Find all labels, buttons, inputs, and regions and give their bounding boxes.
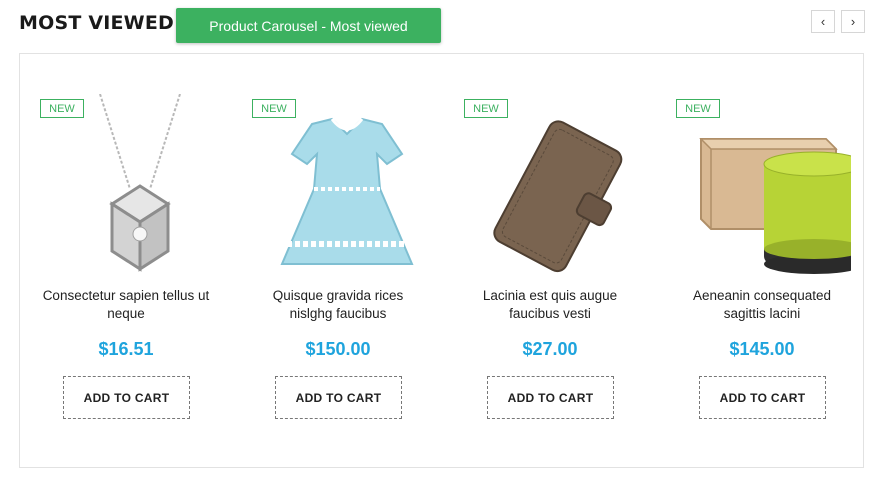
product-name[interactable]: Lacinia est quis augue faucibus vesti	[444, 287, 656, 323]
section-title: MOST VIEWED	[19, 12, 174, 34]
product-price: $27.00	[522, 339, 578, 359]
chevron-right-icon: ›	[850, 14, 856, 29]
phone-case-icon[interactable]	[464, 94, 639, 279]
product-carousel: NEW Consectetur sapien tellus ut neque $…	[19, 53, 865, 469]
product-name[interactable]: Aeneanin consequated sagittis lacini	[656, 287, 868, 323]
new-badge: NEW	[464, 99, 508, 118]
carousel-label: Product Carousel - Most viewed	[176, 8, 441, 43]
new-badge: NEW	[40, 99, 84, 118]
new-badge: NEW	[252, 99, 296, 118]
product-card[interactable]: NEW Consectetur sapien tellus ut neque $…	[20, 54, 232, 469]
add-to-cart-button[interactable]: ADD TO CART	[699, 376, 826, 419]
dress-icon[interactable]	[252, 94, 427, 279]
new-badge: NEW	[676, 99, 720, 118]
product-card[interactable]: NEW Aeneanin consequated sagittis lacini…	[656, 54, 868, 469]
product-price: $150.00	[305, 339, 371, 359]
add-to-cart-button[interactable]: ADD TO CART	[275, 376, 402, 419]
product-card[interactable]: NEW Lacinia est quis augue faucibus vest…	[444, 54, 656, 469]
necklace-icon[interactable]	[40, 93, 215, 279]
product-card[interactable]: NEW Quisque gravida rices nislghg faucib…	[232, 54, 444, 469]
product-price: $145.00	[729, 339, 795, 359]
product-name[interactable]: Consectetur sapien tellus ut neque	[20, 287, 232, 323]
add-to-cart-button[interactable]: ADD TO CART	[487, 376, 614, 419]
product-name[interactable]: Quisque gravida rices nislghg faucibus	[232, 287, 444, 323]
speaker-icon[interactable]	[676, 94, 865, 279]
add-to-cart-button[interactable]: ADD TO CART	[63, 376, 190, 419]
chevron-left-icon: ‹	[820, 14, 826, 29]
carousel-next-button[interactable]: ›	[841, 10, 865, 33]
carousel-prev-button[interactable]: ‹	[811, 10, 835, 33]
product-price: $16.51	[98, 339, 154, 359]
